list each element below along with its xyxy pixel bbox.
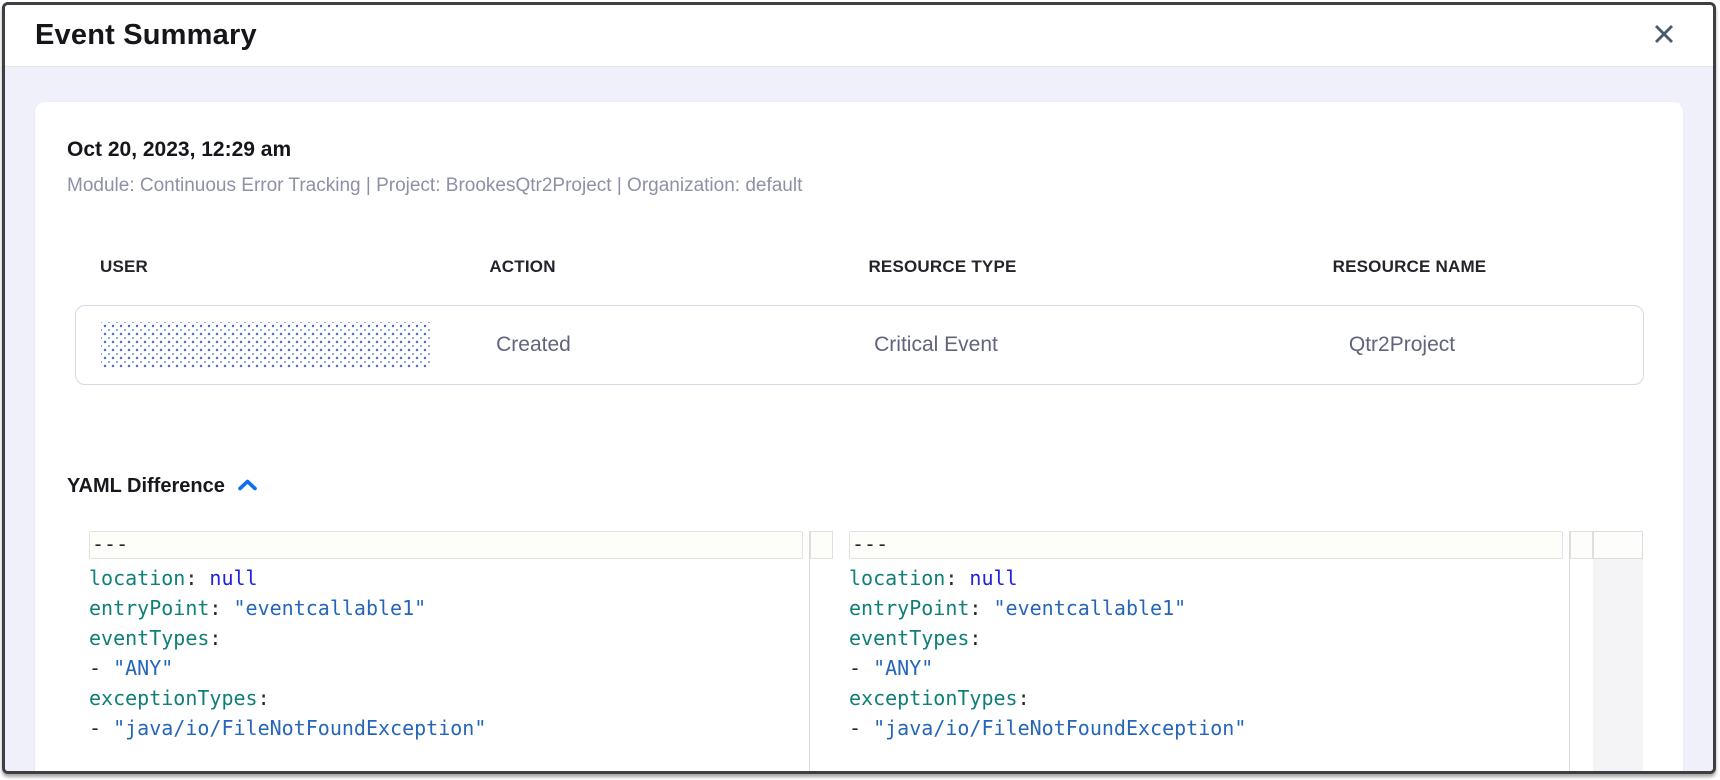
yaml-line: eventTypes: <box>849 623 1563 653</box>
gutter-marker-left <box>810 531 833 559</box>
user-cell <box>76 322 356 368</box>
yaml-diff-view: ---location: nullentryPoint: "eventcalla… <box>89 531 1651 774</box>
audit-table-row: Created Critical Event Qtr2Project <box>75 305 1644 385</box>
resource-name-cell: Qtr2Project <box>1161 333 1643 357</box>
yaml-line: entryPoint: "eventcallable1" <box>89 593 803 623</box>
audit-table-header-row: USER ACTION RESOURCE TYPE RESOURCE NAME <box>75 257 1644 277</box>
yaml-line: exceptionTypes: <box>849 683 1563 713</box>
modal-titlebar: Event Summary <box>5 5 1713 67</box>
yaml-line: exceptionTypes: <box>89 683 803 713</box>
action-cell: Created <box>356 333 711 357</box>
header-resource-type: RESOURCE TYPE <box>710 257 1175 277</box>
modal-body: Oct 20, 2023, 12:29 am Module: Continuou… <box>5 67 1713 774</box>
header-resource-name: RESOURCE NAME <box>1175 257 1644 277</box>
yaml-line: --- <box>849 531 1563 559</box>
event-context: Module: Continuous Error Tracking | Proj… <box>67 175 1651 197</box>
yaml-line: location: null <box>849 563 1563 593</box>
yaml-line: - "ANY" <box>849 653 1563 683</box>
diff-scrollbar-track[interactable] <box>1593 531 1643 774</box>
header-user: USER <box>75 257 335 277</box>
yaml-code-left[interactable]: --- location: nullentryPoint: "eventcalla… <box>89 531 809 774</box>
diff-gutter-left <box>809 531 833 774</box>
yaml-line: - "ANY" <box>89 653 803 683</box>
yaml-line: location: null <box>89 563 803 593</box>
resource-type-cell: Critical Event <box>711 333 1161 357</box>
diff-scrollbar-thumb[interactable] <box>1593 531 1643 559</box>
audit-table: USER ACTION RESOURCE TYPE RESOURCE NAME … <box>75 257 1644 385</box>
yaml-line: entryPoint: "eventcallable1" <box>849 593 1563 623</box>
yaml-line: --- <box>89 531 803 559</box>
modal-title: Event Summary <box>35 19 257 52</box>
yaml-line: - "java/io/FileNotFoundException" <box>89 713 803 743</box>
yaml-diff-left-panel[interactable]: --- location: nullentryPoint: "eventcalla… <box>89 531 833 774</box>
summary-card: Oct 20, 2023, 12:29 am Module: Continuou… <box>35 102 1683 774</box>
yaml-code-right[interactable]: --- location: nullentryPoint: "eventcalla… <box>849 531 1569 774</box>
yaml-difference-header: YAML Difference <box>67 475 1651 498</box>
close-button[interactable] <box>1649 21 1679 51</box>
event-summary-modal: Event Summary Oct 20, 2023, 12:29 am Mod… <box>2 2 1716 774</box>
gutter-marker-right <box>1570 531 1593 559</box>
yaml-line: eventTypes: <box>89 623 803 653</box>
close-icon <box>1652 22 1676 49</box>
yaml-difference-label: YAML Difference <box>67 475 225 498</box>
diff-gutter-right <box>1569 531 1593 774</box>
chevron-up-icon[interactable] <box>237 478 258 497</box>
header-action: ACTION <box>335 257 710 277</box>
event-timestamp: Oct 20, 2023, 12:29 am <box>67 138 1651 162</box>
yaml-line: - "java/io/FileNotFoundException" <box>849 713 1563 743</box>
yaml-diff-right-panel[interactable]: --- location: nullentryPoint: "eventcalla… <box>849 531 1593 774</box>
panel-divider <box>833 531 849 774</box>
